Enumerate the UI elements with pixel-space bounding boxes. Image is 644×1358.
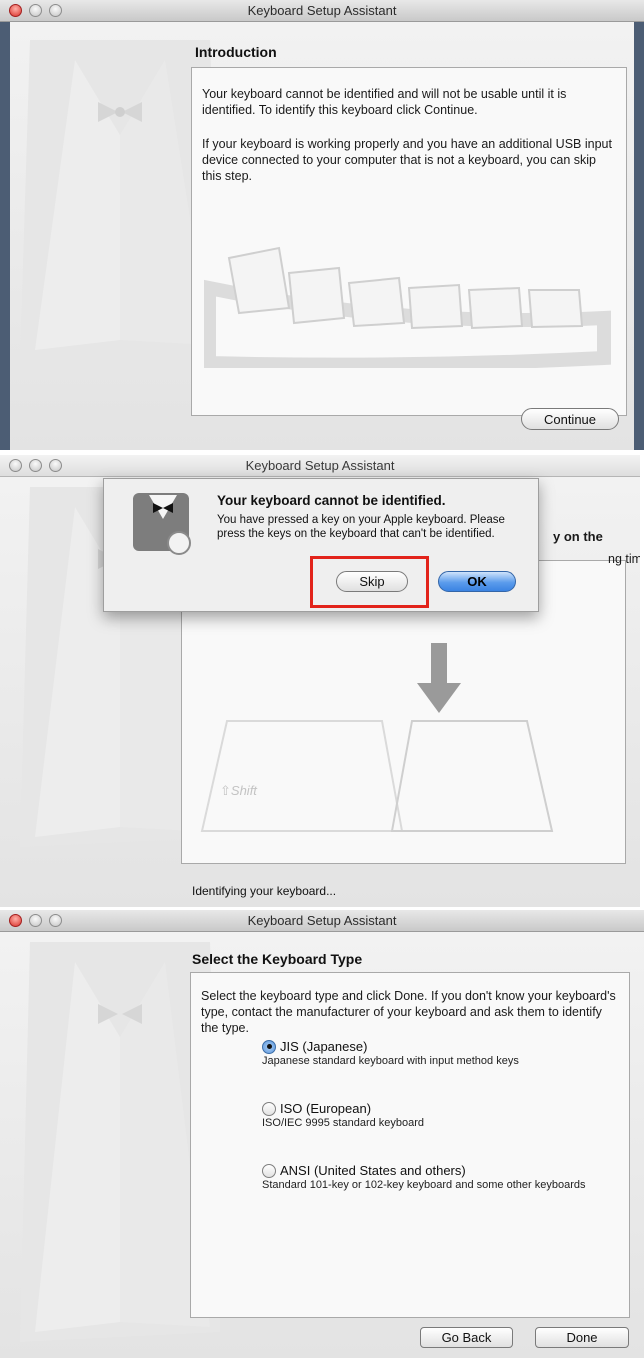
content-panel: Your keyboard cannot be identified and w… <box>191 67 627 416</box>
title-bar[interactable]: Keyboard Setup Assistant <box>0 910 644 932</box>
alert-title: Your keyboard cannot be identified. <box>217 493 446 508</box>
go-back-button[interactable]: Go Back <box>420 1327 513 1348</box>
minimize-button[interactable] <box>29 459 42 472</box>
continue-button[interactable]: Continue <box>521 408 619 430</box>
option-label: ISO (European) <box>280 1101 372 1116</box>
window-title: Keyboard Setup Assistant <box>245 458 395 473</box>
window-title: Keyboard Setup Assistant <box>247 3 397 18</box>
window-frame-left <box>0 22 10 450</box>
done-button[interactable]: Done <box>535 1327 629 1348</box>
zoom-button[interactable] <box>49 4 62 17</box>
option-label: ANSI (United States and others) <box>280 1163 466 1178</box>
intro-paragraph-1: Your keyboard cannot be identified and w… <box>202 87 567 117</box>
minimize-button[interactable] <box>29 914 42 927</box>
window-frame-right <box>634 22 644 450</box>
option-label: JIS (Japanese) <box>280 1039 368 1054</box>
window-select-type: Keyboard Setup Assistant Select the Keyb… <box>0 910 644 1358</box>
close-button[interactable] <box>9 914 22 927</box>
option-iso[interactable]: ISO (European) <box>262 1101 371 1116</box>
zoom-button[interactable] <box>49 459 62 472</box>
window-title: Keyboard Setup Assistant <box>247 913 397 928</box>
panel-title: Select the Keyboard Type <box>192 951 363 967</box>
intro-paragraph-2: If your keyboard is working properly and… <box>202 137 612 183</box>
minimize-button[interactable] <box>29 4 42 17</box>
window-introduction: Keyboard Setup Assistant Introduction Yo… <box>0 0 644 450</box>
shift-key-label: ⇧Shift <box>220 783 257 798</box>
window-controls <box>9 914 62 927</box>
radio-button[interactable] <box>262 1101 276 1116</box>
option-description: Standard 101-key or 102-key keyboard and… <box>262 1179 586 1191</box>
window-content: Select the Keyboard Type Select the keyb… <box>0 932 644 1358</box>
obscured-text-fragment: y on the <box>553 529 603 544</box>
zoom-button[interactable] <box>49 914 62 927</box>
ok-button[interactable]: OK <box>438 571 516 592</box>
down-arrow-icon <box>417 683 461 713</box>
close-button[interactable] <box>9 459 22 472</box>
window-content: Introduction Your keyboard cannot be ide… <box>0 22 644 450</box>
keyboard-illustration <box>204 246 611 368</box>
option-jis[interactable]: JIS (Japanese) <box>262 1039 367 1054</box>
highlight-box <box>310 556 429 608</box>
status-text: Identifying your keyboard... <box>192 884 337 898</box>
obscured-text-fragment: ng time. <box>608 552 640 566</box>
window-controls <box>9 459 62 472</box>
panel-title: Introduction <box>195 44 277 60</box>
option-description: Japanese standard keyboard with input me… <box>262 1055 519 1067</box>
window-controls <box>9 4 62 17</box>
alert-message: You have pressed a key on your Apple key… <box>217 514 505 540</box>
title-bar[interactable]: Keyboard Setup Assistant <box>0 455 640 477</box>
keyboard-assistant-icon <box>133 493 191 555</box>
instructions-paragraph: Select the keyboard type and click Done.… <box>201 989 616 1035</box>
keys-illustration <box>200 720 554 832</box>
title-bar[interactable]: Keyboard Setup Assistant <box>0 0 644 22</box>
down-arrow-stem <box>431 643 447 685</box>
radio-button[interactable] <box>262 1163 276 1178</box>
option-ansi[interactable]: ANSI (United States and others) <box>262 1163 466 1178</box>
option-description: ISO/IEC 9995 standard keyboard <box>262 1117 425 1129</box>
tuxedo-illustration <box>20 40 220 360</box>
radio-button-selected[interactable] <box>262 1039 276 1054</box>
content-panel: Select the keyboard type and click Done.… <box>190 972 630 1318</box>
close-button[interactable] <box>9 4 22 17</box>
